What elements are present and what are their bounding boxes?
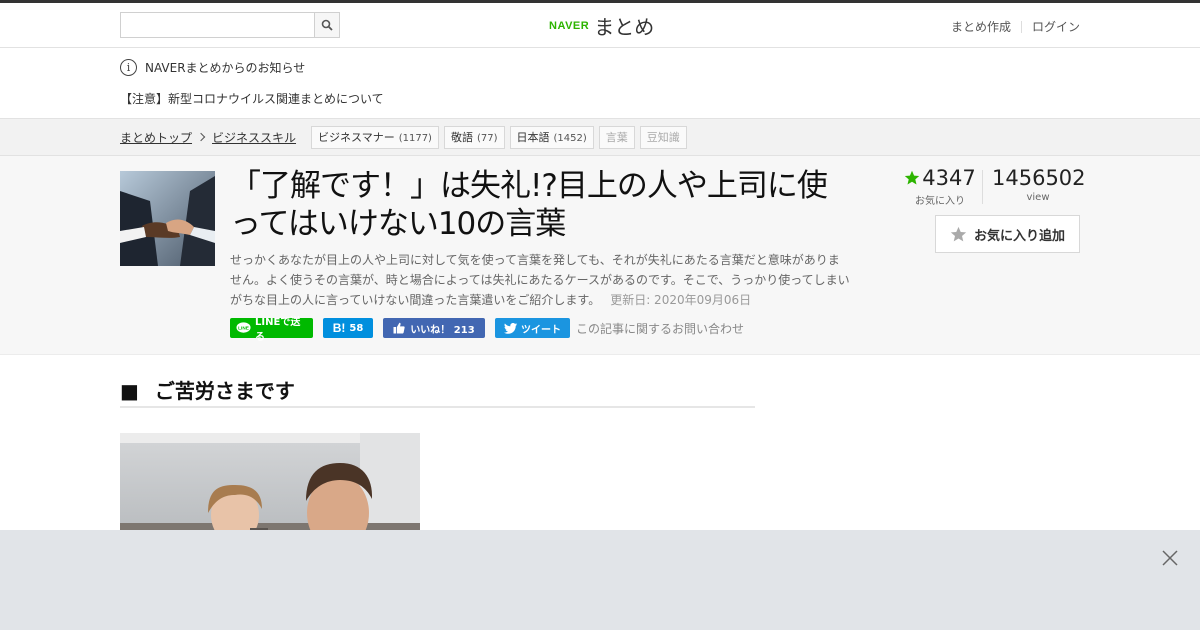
add-favorite-button[interactable]: お気に入り追加 [935, 215, 1080, 253]
breadcrumb-top[interactable]: まとめトップ [120, 129, 192, 146]
thumbs-up-icon [393, 322, 405, 334]
site-logo[interactable]: NAVER まとめ [549, 11, 654, 40]
create-matome-link[interactable]: まとめ作成 [951, 18, 1011, 35]
svg-text:LINE: LINE [238, 325, 249, 330]
search-icon [321, 19, 333, 31]
favorites-count: 4347 [922, 166, 976, 190]
tweet-button[interactable]: ツイート [495, 318, 570, 338]
breadcrumb-bar: まとめトップ ビジネススキル ビジネスマナー (1177) 敬語 (77) 日本語(… [0, 118, 1200, 156]
tag-item[interactable]: 敬語 (77) [443, 125, 505, 149]
article-photo[interactable] [120, 433, 420, 533]
tag-item[interactable]: 豆知識 [639, 125, 687, 149]
ad-banner [0, 530, 1200, 630]
header-links: まとめ作成 ログイン [951, 18, 1080, 35]
close-icon [1162, 550, 1178, 566]
star-icon [905, 170, 920, 185]
tag-label: 敬語 [450, 130, 473, 144]
line-icon: LINE [236, 322, 251, 333]
stats-divider [982, 170, 983, 204]
line-share-label: LINEで送る [255, 317, 301, 343]
tag-list: ビジネスマナー (1177) 敬語 (77) 日本語 (1452) 言葉 豆知識 [311, 125, 692, 149]
info-icon: i [120, 58, 137, 76]
hatena-count: 58 [349, 322, 364, 334]
tag-label: 言葉 [605, 130, 628, 144]
notice: i NAVERまとめからのお知らせ [120, 58, 305, 76]
handshake-image [120, 171, 215, 266]
favorites-label: お気に入り [915, 196, 965, 207]
views-stat: 1456502 view [992, 166, 1086, 203]
article-stats: 4347 お気に入り 1456502 view [880, 166, 1086, 207]
article-thumbnail[interactable] [120, 171, 215, 266]
description-text: せっかくあなたが目上の人や上司に対して気を使って言葉を発しても、それが失礼にあた… [230, 253, 850, 307]
breadcrumb: まとめトップ ビジネススキル ビジネスマナー (1177) 敬語 (77) 日本語(… [120, 125, 692, 149]
views-count: 1456502 [992, 166, 1086, 190]
article-header: 「了解です！」は失礼!?目上の人や上司に使ってはいけない10の言葉 せっかくあな… [0, 156, 1200, 355]
tag-count: (77) [476, 132, 498, 144]
notice-link[interactable]: 【注意】新型コロナウイルス関連まとめについて [120, 90, 384, 107]
twitter-bird-icon [504, 322, 517, 334]
logo-naver: NAVER [549, 19, 590, 32]
divider [1020, 20, 1022, 33]
hatena-bookmark-button[interactable]: B! 58 [323, 318, 373, 338]
notice-title: NAVERまとめからのお知らせ [145, 60, 306, 75]
close-ad-button[interactable] [1160, 548, 1180, 568]
heading-text: ご苦労さまです [154, 379, 295, 403]
tag-count: (1452) [553, 132, 587, 144]
search-button[interactable] [314, 13, 339, 37]
business-people-image [120, 433, 420, 533]
tag-label: 日本語 [516, 130, 550, 144]
favorites-stat: 4347 お気に入り [900, 166, 980, 207]
article-description: せっかくあなたが目上の人や上司に対して気を使って言葉を発しても、それが失礼にあた… [230, 250, 850, 310]
tag-label: ビジネスマナー [318, 130, 395, 144]
login-link[interactable]: ログイン [1032, 18, 1080, 35]
tag-item[interactable]: 言葉 [598, 125, 635, 149]
tag-count: (1177) [398, 132, 432, 144]
star-outline-icon [950, 226, 967, 241]
logo-matome: まとめ [594, 15, 655, 39]
facebook-like-label: いいね！ 213 [410, 324, 475, 336]
updated-date: 更新日: 2020年09月06日 [610, 293, 752, 307]
share-buttons: LINE LINEで送る B! 58 いいね！ 213 ツイート この記事に関す… [230, 317, 744, 343]
site-header: NAVER まとめ まとめ作成 ログイン [0, 3, 1200, 48]
views-label: view [1026, 192, 1050, 203]
tweet-label: ツイート [521, 324, 561, 336]
line-share-button[interactable]: LINE LINEで送る [230, 317, 313, 343]
tag-item[interactable]: ビジネスマナー (1177) [311, 125, 439, 149]
chevron-right-icon [196, 132, 206, 142]
tag-label: 豆知識 [646, 130, 680, 144]
search-input[interactable] [121, 13, 314, 37]
article-title: 「了解です！」は失礼!?目上の人や上司に使ってはいけない10の言葉 [230, 168, 828, 242]
section-heading: ■ ご苦労さまです [120, 375, 755, 408]
contact-link[interactable]: この記事に関するお問い合わせ [576, 320, 744, 337]
search-box [120, 12, 340, 38]
add-favorite-label: お気に入り追加 [973, 228, 1065, 244]
hatena-icon: B! [332, 321, 346, 335]
facebook-like-button[interactable]: いいね！ 213 [383, 318, 485, 338]
tag-item[interactable]: 日本語 (1452) [509, 125, 594, 149]
heading-bullet: ■ [120, 379, 139, 403]
breadcrumb-category[interactable]: ビジネススキル [212, 129, 296, 146]
